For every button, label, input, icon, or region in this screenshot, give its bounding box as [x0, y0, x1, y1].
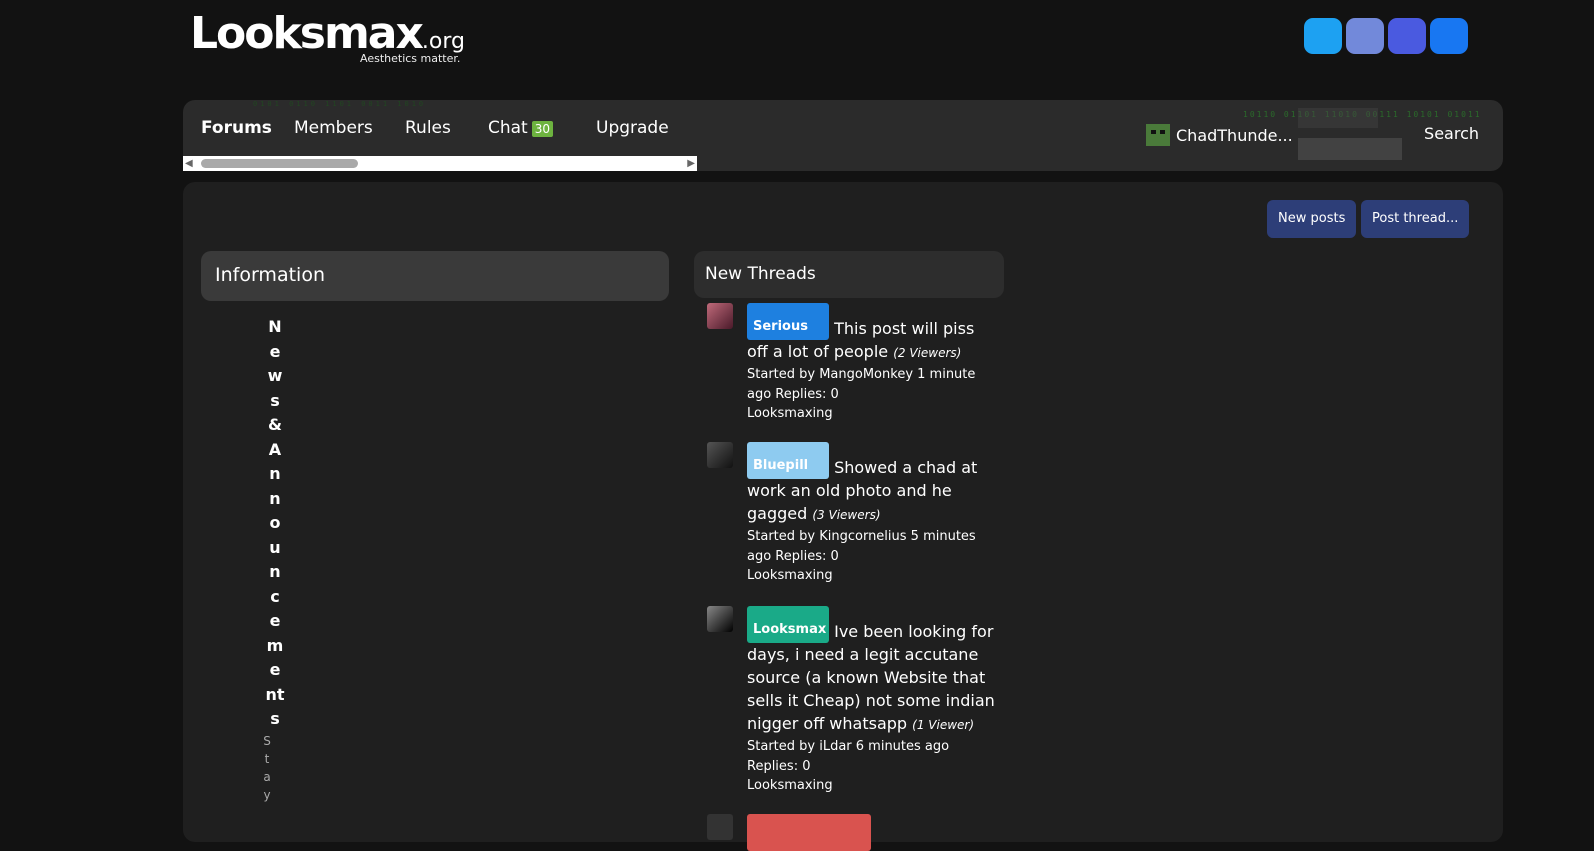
tab-rules[interactable]: Rules: [405, 118, 451, 138]
viewer-count: (2 Viewers): [893, 346, 962, 360]
avatar[interactable]: [707, 442, 733, 468]
thread-forum[interactable]: Looksmaxing: [747, 566, 995, 586]
thread-meta: Started by iLdar 6 minutes ago Replies: …: [747, 739, 950, 774]
tab-upgrade[interactable]: Upgrade: [596, 118, 669, 138]
navbar: 0101 0110 1101 0011 1010 10110 01101 110…: [183, 100, 1503, 171]
scroll-right-icon[interactable]: ▶: [687, 158, 695, 169]
thread-prefix[interactable]: Serious: [747, 303, 829, 340]
thread-meta: Started by Kingcornelius 5 minutes ago R…: [747, 529, 976, 564]
avatar[interactable]: [707, 303, 733, 329]
main-content: New posts Post thread... Information New…: [183, 182, 1503, 851]
forum-node-title[interactable]: News&Announcements: [265, 315, 285, 732]
information-title: Information: [215, 264, 325, 286]
discord-icon[interactable]: [1346, 18, 1384, 54]
logo-tagline: Aesthetics matter.: [360, 52, 461, 65]
viewer-count: (1 Viewer): [912, 718, 975, 732]
new-posts-button[interactable]: New posts: [1267, 200, 1357, 238]
twitter-icon[interactable]: [1304, 18, 1342, 54]
thread-prefix[interactable]: Looksmax: [747, 606, 829, 643]
social-links: [1304, 18, 1468, 54]
new-threads-header: New Threads: [694, 251, 1004, 298]
tab-forums[interactable]: Forums: [201, 118, 272, 138]
search-link[interactable]: Search: [1424, 124, 1479, 143]
thread-meta: Started by MangoMonkey 1 minute ago Repl…: [747, 367, 976, 402]
scroll-left-icon[interactable]: ◀: [185, 158, 193, 169]
thread-prefix[interactable]: [747, 814, 871, 851]
avatar: [1146, 124, 1170, 146]
tab-members[interactable]: Members: [294, 118, 373, 138]
avatar[interactable]: [707, 606, 733, 632]
forum-node-description: Stay: [263, 733, 271, 802]
nav-tabs: Forums Members Rules Chat 30 Upgrade: [183, 100, 697, 158]
facebook-icon[interactable]: [1430, 18, 1468, 54]
information-header: Information: [201, 251, 669, 301]
new-threads-title: New Threads: [705, 264, 816, 284]
tab-chat[interactable]: Chat 30: [488, 118, 554, 138]
thread-prefix[interactable]: Bluepill: [747, 442, 829, 479]
viewer-count: (3 Viewers): [812, 508, 881, 522]
chat-count-badge: 30: [531, 121, 554, 137]
redacted-area: [1298, 138, 1402, 160]
post-thread-button[interactable]: Post thread...: [1361, 200, 1470, 238]
nav-scrollbar[interactable]: ◀ ▶: [183, 156, 697, 171]
redacted-area: [1298, 108, 1378, 128]
user-menu[interactable]: ChadThunde...: [1146, 124, 1293, 146]
scroll-thumb[interactable]: [201, 159, 358, 168]
thread-forum[interactable]: Looksmaxing: [747, 776, 995, 796]
discord-alt-icon[interactable]: [1388, 18, 1426, 54]
thread-forum[interactable]: Looksmaxing: [747, 404, 995, 424]
forum-node[interactable]: News&Announcements Stay: [263, 315, 285, 804]
username: ChadThunde...: [1176, 125, 1293, 145]
avatar[interactable]: [707, 814, 733, 840]
